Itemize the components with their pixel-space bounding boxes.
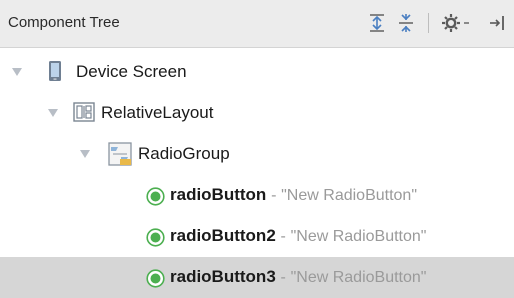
tree-node-label-row: radioButton3 - "New RadioButton" <box>170 267 426 287</box>
panel-title: Component Tree <box>8 14 120 31</box>
tree-node-label-row: radioButton - "New RadioButton" <box>170 185 417 205</box>
tree-node-description: "New RadioButton" <box>290 269 427 286</box>
expanded-arrow-icon[interactable] <box>80 150 90 158</box>
tree-node-radiobutton2[interactable]: radioButton2 - "New RadioButton" <box>0 216 514 257</box>
tree-node-label: RelativeLayout <box>101 103 214 122</box>
tree-node-separator: - <box>280 269 286 286</box>
tree-node-label: RadioGroup <box>138 144 230 163</box>
expanded-arrow-icon[interactable] <box>12 68 22 76</box>
tree-node-separator: - <box>280 228 286 245</box>
hide-panel-icon[interactable] <box>486 10 508 36</box>
radio-button-icon <box>146 228 165 252</box>
toolbar-separator <box>428 13 429 33</box>
radio-button-icon <box>146 187 165 211</box>
tree-node-separator: - <box>271 187 277 204</box>
tree-node-label: Device Screen <box>76 62 187 81</box>
device-icon <box>48 60 62 87</box>
tree-node-label-row: radioButton2 - "New RadioButton" <box>170 226 426 246</box>
collapse-all-icon[interactable] <box>395 10 417 36</box>
radio-button-icon <box>146 269 165 293</box>
tree-node-description: "New RadioButton" <box>281 187 417 204</box>
tree-node-radiobutton3[interactable]: radioButton3 - "New RadioButton" <box>0 257 514 298</box>
tree-node-relativelayout[interactable]: RelativeLayout <box>0 93 514 134</box>
tree-node-id: radioButton2 <box>170 226 276 245</box>
tree-node-id: radioButton3 <box>170 267 276 286</box>
expand-all-icon[interactable] <box>366 10 388 36</box>
radio-group-icon <box>108 142 132 171</box>
panel-header: Component Tree <box>0 0 514 48</box>
relative-layout-icon <box>73 101 95 128</box>
tree-node-radiobutton[interactable]: radioButton - "New RadioButton" <box>0 175 514 216</box>
tree-node-id: radioButton <box>170 185 267 204</box>
tree-node-radiogroup[interactable]: RadioGroup <box>0 134 514 175</box>
tree-node-description: "New RadioButton" <box>290 228 427 245</box>
tree-node-device-screen[interactable]: Device Screen <box>0 52 514 93</box>
gear-dropdown-icon[interactable] <box>440 10 474 36</box>
expanded-arrow-icon[interactable] <box>48 109 58 117</box>
component-tree-panel: Component Tree Device Screen RelativeLay… <box>0 0 514 298</box>
